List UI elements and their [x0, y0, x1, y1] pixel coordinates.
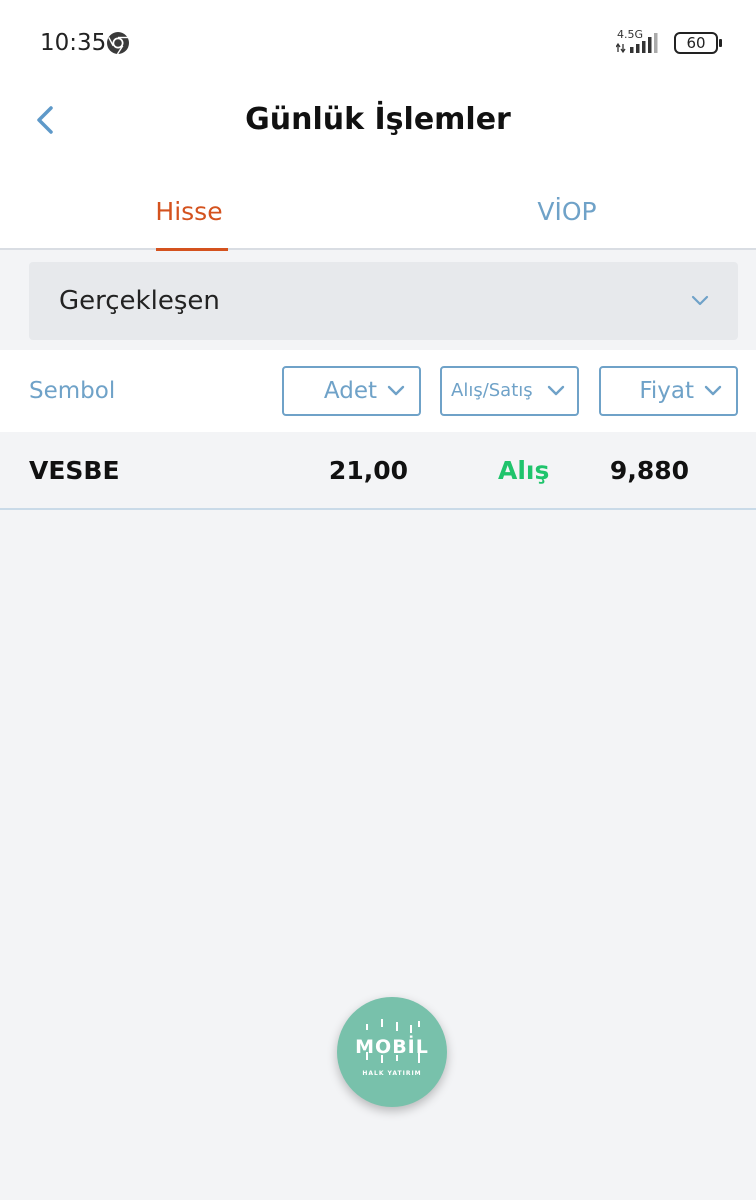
status-bar: 10:35 4.5G 60 — [0, 0, 756, 84]
tab-viop[interactable]: VİOP — [378, 168, 756, 248]
chevron-down-icon — [387, 385, 405, 396]
status-filter-value: Gerçekleşen — [59, 286, 220, 316]
sort-price-label: Fiyat — [639, 378, 694, 404]
sort-side-button[interactable]: Alış/Satış — [440, 366, 579, 416]
brand-label: HALK YATIRIM — [362, 1070, 422, 1077]
active-tab-indicator — [156, 248, 228, 251]
page-title: Günlük İşlemler — [245, 102, 511, 137]
battery-level: 60 — [686, 34, 706, 52]
chevron-down-icon — [691, 295, 709, 306]
mobil-logo-icon: MOBİL — [355, 1019, 429, 1063]
sort-quantity-button[interactable]: Adet — [282, 366, 421, 416]
mobil-fab-button[interactable]: MOBİL HALK YATIRIM — [337, 997, 447, 1107]
signal-icon — [616, 33, 658, 54]
row-symbol: VESBE — [29, 456, 120, 485]
chevron-down-icon — [704, 385, 722, 396]
sort-side-label: Alış/Satış — [451, 380, 533, 401]
mobil-logo-text: MOBİL — [355, 1034, 429, 1058]
column-symbol-label: Sembol — [29, 378, 116, 404]
table-row[interactable]: VESBE 21,00 Alış 9,880 — [0, 432, 756, 510]
status-filter-select[interactable]: Gerçekleşen — [29, 262, 738, 340]
row-side: Alış — [498, 456, 550, 485]
chevron-down-icon — [547, 385, 565, 396]
row-price: 9,880 — [609, 456, 689, 485]
tab-hisse[interactable]: Hisse — [0, 168, 378, 248]
column-header-bar: Sembol Adet Alış/Satış Fiyat — [0, 350, 756, 432]
chrome-icon — [107, 32, 129, 55]
row-quantity: 21,00 — [328, 456, 408, 485]
sort-quantity-label: Adet — [323, 378, 377, 404]
header: Günlük İşlemler — [0, 84, 756, 168]
sort-price-button[interactable]: Fiyat — [599, 366, 738, 416]
status-time: 10:35 — [40, 30, 107, 56]
tab-bar: Hisse VİOP — [0, 168, 756, 251]
